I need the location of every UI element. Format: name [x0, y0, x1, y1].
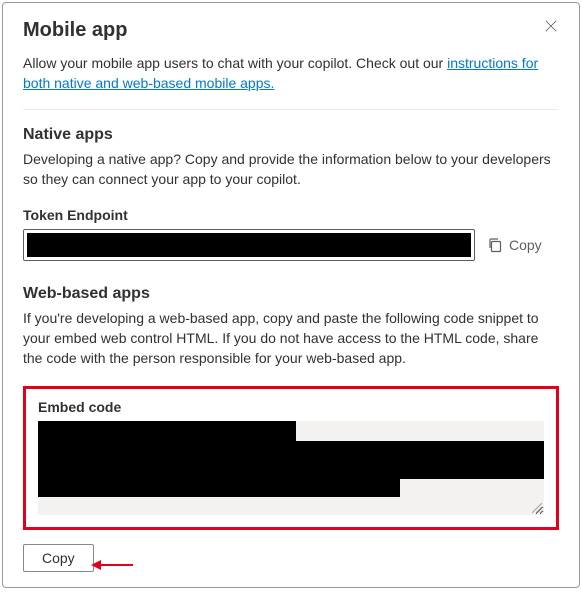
native-apps-description: Developing a native app? Copy and provid… — [23, 150, 559, 189]
token-endpoint-label: Token Endpoint — [23, 207, 559, 223]
arrow-icon — [91, 558, 133, 572]
panel-title: Mobile app — [23, 19, 127, 42]
embed-code-highlight: Embed code — [23, 386, 559, 530]
annotation-arrow — [91, 558, 133, 572]
redacted-content — [38, 441, 544, 479]
redacted-content — [38, 421, 296, 441]
resize-handle-icon — [532, 503, 542, 513]
embed-code-label: Embed code — [38, 399, 544, 415]
redacted-content — [38, 479, 400, 497]
redacted-content — [27, 233, 471, 257]
token-endpoint-input[interactable] — [23, 229, 475, 261]
copy-embed-button[interactable]: Copy — [23, 544, 94, 572]
divider — [23, 109, 559, 110]
native-apps-title: Native apps — [23, 126, 559, 144]
web-apps-title: Web-based apps — [23, 285, 559, 303]
copy-icon — [487, 237, 503, 253]
copy-token-button[interactable]: Copy — [487, 237, 542, 253]
mobile-app-panel: Mobile app Allow your mobile app users t… — [2, 2, 580, 588]
close-button[interactable] — [543, 19, 559, 35]
intro-prefix: Allow your mobile app users to chat with… — [23, 55, 447, 71]
web-apps-description: If you're developing a web-based app, co… — [23, 309, 559, 368]
close-icon — [544, 19, 558, 33]
copy-token-label: Copy — [509, 237, 542, 253]
panel-header: Mobile app — [23, 19, 559, 42]
intro-text: Allow your mobile app users to chat with… — [23, 54, 559, 93]
token-endpoint-row: Copy — [23, 229, 559, 261]
embed-code-textarea[interactable] — [38, 421, 544, 515]
